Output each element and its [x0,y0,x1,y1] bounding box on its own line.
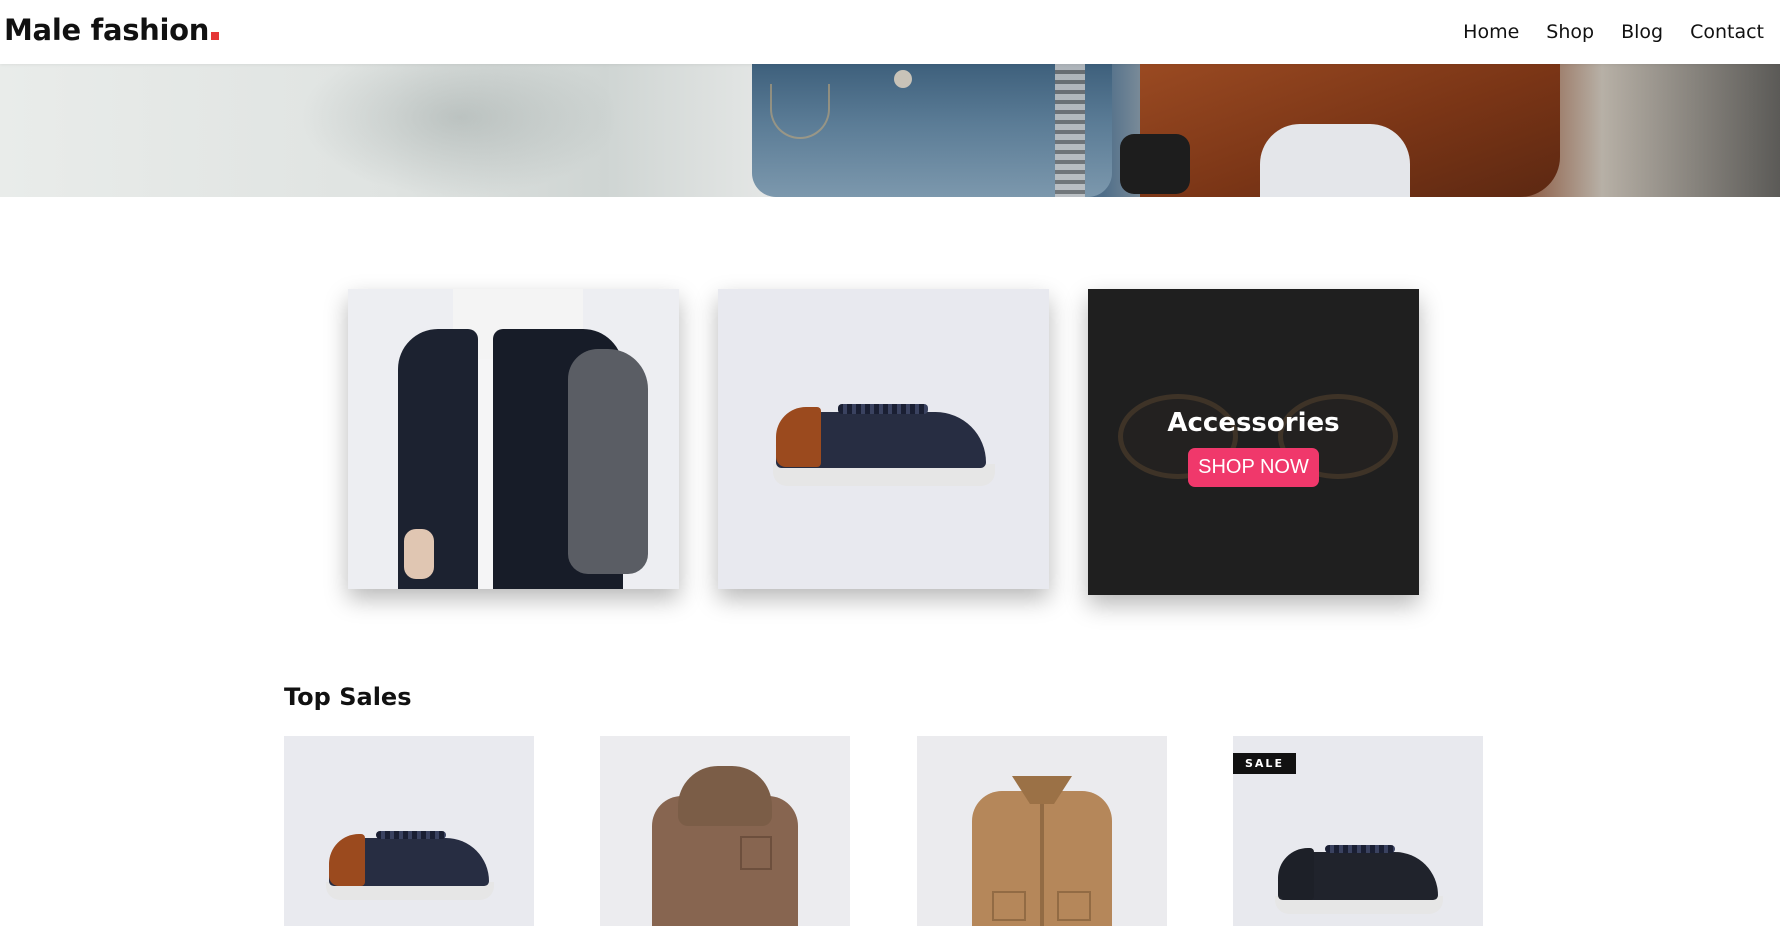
jacket-hand [404,529,434,579]
nav-home[interactable]: Home [1463,18,1519,46]
banner-overlay: Accessories SHOP NOW [1088,289,1419,595]
hero-shirt [1260,124,1410,197]
sneaker-heel [1278,848,1314,900]
hero-camera [1120,134,1190,194]
logo-text: Male fashion [4,13,210,47]
product-card[interactable]: SALE [1233,736,1483,926]
shop-now-button[interactable]: SHOP NOW [1188,447,1319,487]
banner-jacket[interactable] [348,289,679,589]
coat-hood [678,766,772,826]
main-nav: Home Shop Blog Contact [1436,18,1764,46]
shirt-pocket [1057,891,1091,921]
logo-dot [211,32,220,40]
site-header: Male fashion Home Shop Blog Contact [0,0,1780,64]
sneaker-heel [776,407,821,467]
nav-shop[interactable]: Shop [1546,18,1594,46]
sneaker-laces [376,831,446,839]
banner-title: Accessories [1167,407,1340,438]
hero-banner-image [0,64,1780,197]
jacket-sleeve [568,349,648,574]
hero-rivet [894,70,912,88]
sale-badge: SALE [1233,753,1296,774]
product-card[interactable] [600,736,850,926]
banner-accessories[interactable]: Accessories SHOP NOW [1088,289,1419,595]
shirt-placket [1040,804,1044,926]
product-card[interactable] [917,736,1167,926]
sneaker-laces [838,404,928,414]
logo[interactable]: Male fashion [4,11,220,49]
top-sales-title: Top Sales [284,683,412,711]
nav-blog[interactable]: Blog [1621,18,1663,46]
product-card[interactable] [284,736,534,926]
sneaker-laces [1325,845,1395,853]
shirt-pocket [992,891,1026,921]
coat-pocket [740,836,772,870]
hero-shadow [300,64,620,197]
banner-sneaker[interactable] [718,289,1049,589]
hero-chain [1055,64,1085,197]
top-sales-products: SALE [284,736,1484,926]
sneaker-heel [329,834,365,886]
nav-contact[interactable]: Contact [1690,18,1764,46]
